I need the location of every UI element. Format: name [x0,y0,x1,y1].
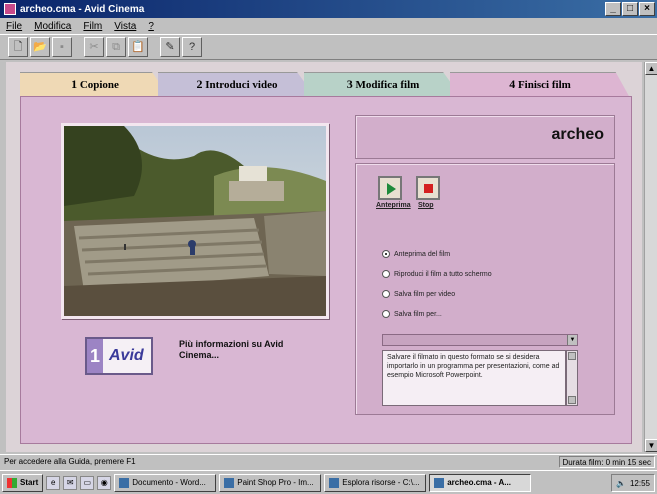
window-title: archeo.cma - Avid Cinema [20,3,145,15]
avid-logo[interactable]: 1 Avid [85,337,153,375]
start-button[interactable]: Start [2,473,44,492]
clock: 12:55 [629,478,650,488]
windows-logo-icon [7,477,17,488]
toolbar: 🗋 📂 ▪ ✂ ⧉ 📋 ✎ ? [0,34,657,60]
window-scrollbar[interactable]: ▲ ▼ [644,62,657,452]
menu-help[interactable]: ? [148,21,154,32]
option-save-for[interactable]: Salva film per... [382,310,442,318]
title-bar: archeo.cma - Avid Cinema _ □ × [0,0,657,18]
system-tray: 🔈 12:55 [611,474,655,492]
tab-modifica-film[interactable]: 3 Modifica film [304,72,462,98]
radio-fullscreen[interactable] [382,270,390,278]
play-icon[interactable] [378,176,402,200]
project-name: archeo [551,126,604,143]
cut-icon[interactable]: ✂ [84,37,104,57]
copy-icon[interactable]: ⧉ [106,37,126,57]
radio-preview[interactable] [382,250,390,258]
channels-icon[interactable]: ◉ [97,475,112,490]
chevron-down-icon[interactable]: ▼ [567,335,577,345]
film-duration: Durata film: 0 min 15 sec [558,456,655,468]
avid-logo-number: 1 [87,339,103,373]
app-icon [4,3,16,15]
scroll-up-icon[interactable]: ▲ [645,62,657,75]
option-fullscreen[interactable]: Riproduci il film a tutto schermo [382,270,492,278]
avid-cinema-icon [434,477,445,488]
word-icon [119,477,130,488]
task-explorer[interactable]: Esplora risorse - C:\... [324,473,427,492]
step-tabs: 1 Copione 2 Introduci video 3 Modifica f… [20,72,630,98]
tab-introduci-video[interactable]: 2 Introduci video [158,72,316,98]
option-preview[interactable]: Anteprima del film [382,250,450,258]
project-name-box: archeo [355,115,615,159]
scroll-up-icon[interactable] [568,352,576,360]
taskbar: Start e ✉ ▭ ◉ Documento - Word... Paint … [0,470,657,494]
menu-vista[interactable]: Vista [114,21,136,32]
scroll-down-icon[interactable]: ▼ [645,439,657,452]
paint-shop-icon [224,477,235,488]
format-dropdown[interactable]: ▼ [382,334,578,346]
play-label: Anteprima [376,202,411,209]
minimize-button[interactable]: _ [605,2,621,16]
radio-save-video[interactable] [382,290,390,298]
speaker-icon[interactable]: 🔈 [616,479,626,488]
window-controls: _ □ × [605,2,655,16]
status-text: Per accedere alla Guida, premere F1 [4,457,136,466]
maximize-button[interactable]: □ [622,2,638,16]
new-document-icon[interactable]: 🗋 [8,37,28,57]
menu-file[interactable]: File [6,21,22,32]
outlook-icon[interactable]: ✉ [63,475,78,490]
tab-copione[interactable]: 1 Copione [20,72,170,98]
video-preview[interactable] [61,123,329,319]
stop-icon[interactable] [416,176,440,200]
tab-finisci-film[interactable]: 4 Finisci film [450,72,630,98]
desktop-icon[interactable]: ▭ [80,475,95,490]
radio-save-for[interactable] [382,310,390,318]
task-avid-cinema[interactable]: archeo.cma - A... [429,473,532,492]
finish-film-panel: 1 Avid Più informazioni su Avid Cinema..… [20,96,632,444]
task-paint-shop[interactable]: Paint Shop Pro - Im... [219,473,322,492]
open-folder-icon[interactable]: 📂 [30,37,50,57]
description-scrollbar[interactable] [566,350,578,406]
internet-explorer-icon[interactable]: e [46,475,61,490]
pin-icon[interactable]: ✎ [160,37,180,57]
close-button[interactable]: × [639,2,655,16]
output-options-box: Anteprima Stop Anteprima del film Riprod… [355,163,615,415]
help-icon[interactable]: ? [182,37,202,57]
explorer-icon [329,477,340,488]
video-frame-image [64,126,326,316]
menu-bar: File Modifica Film Vista ? [0,18,657,34]
scroll-down-icon[interactable] [568,396,576,404]
save-icon[interactable]: ▪ [52,37,72,57]
status-bar: Per accedere alla Guida, premere F1 Dura… [0,454,657,468]
menu-modifica[interactable]: Modifica [34,21,71,32]
more-info-link[interactable]: Più informazioni su Avid Cinema... [179,339,319,361]
paste-icon[interactable]: 📋 [128,37,148,57]
avid-logo-word: Avid [109,347,144,364]
menu-film[interactable]: Film [83,21,102,32]
format-description: Salvare il filmato in questo formato se … [382,350,566,406]
option-save-video[interactable]: Salva film per video [382,290,455,298]
task-word[interactable]: Documento - Word... [114,473,217,492]
stop-label: Stop [418,202,434,209]
client-area: 1 Copione 2 Introduci video 3 Modifica f… [6,62,642,452]
